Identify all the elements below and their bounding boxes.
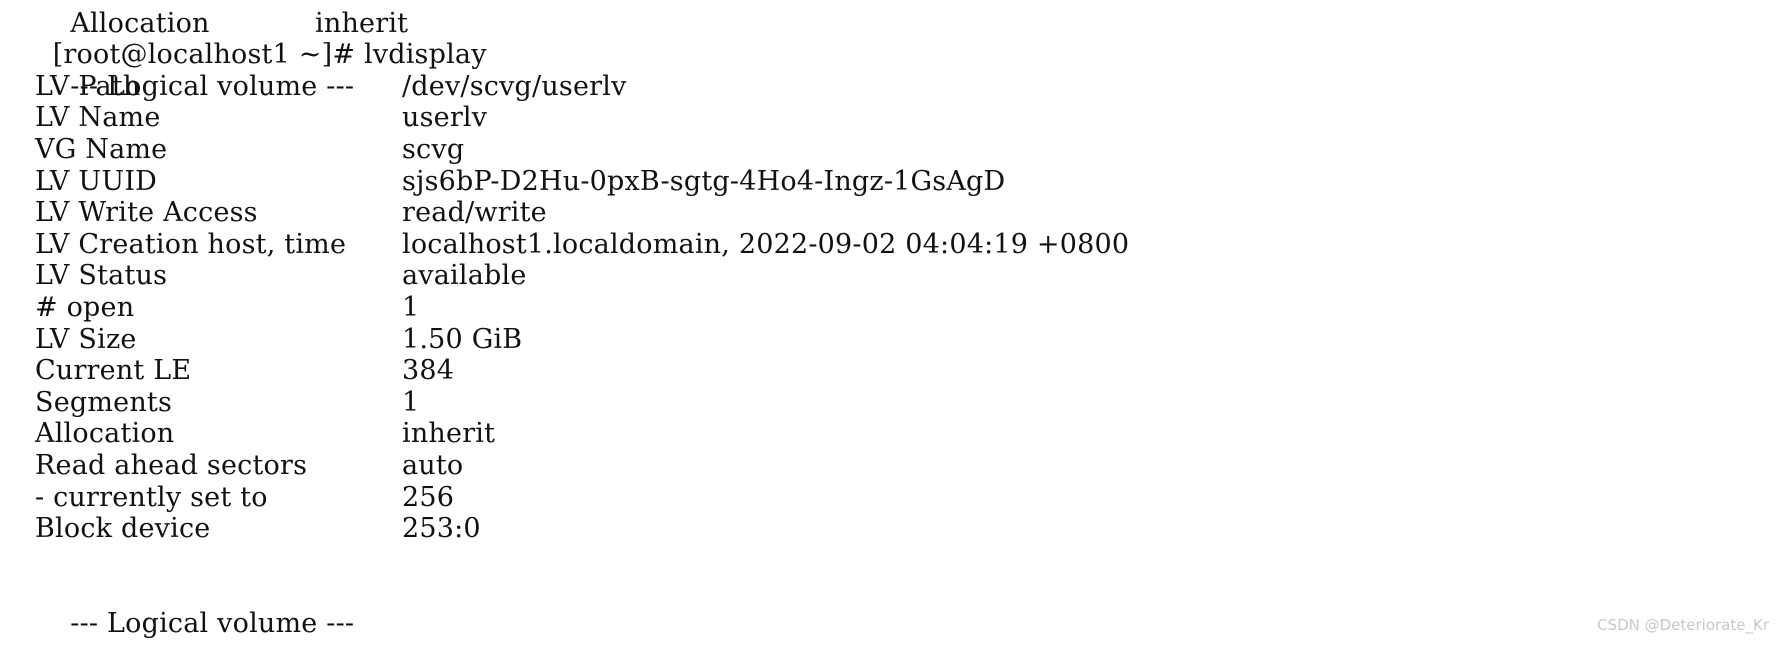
- lv-property-value: /dev/scvg/userlv: [402, 70, 627, 102]
- lv-property-key: Allocation: [35, 418, 175, 450]
- lv-property-key: VG Name: [35, 133, 168, 165]
- lv-property-key: Read ahead sectors: [35, 449, 308, 481]
- lv-property-value: localhost1.localdomain, 2022-09-02 04:04…: [402, 228, 1130, 260]
- lv-property-key: LV Path: [35, 70, 141, 102]
- terminal-window: Allocation inherit [root@localhost1 ~]# …: [0, 0, 1779, 662]
- lv-property-row: VG Name scvg: [0, 134, 1779, 166]
- lv-property-row: LV Path/dev/scvg/userlv: [0, 71, 1779, 103]
- lv-property-key: LV Name: [35, 102, 161, 134]
- lv-property-row: LV Size 1.50 GiB: [0, 324, 1779, 356]
- lv-property-row: Segments 1: [0, 387, 1779, 419]
- lv-property-key: Block device: [35, 513, 211, 545]
- clipped-bottom-text: --- Logical volume ---: [52, 607, 355, 639]
- lv-property-value: available: [402, 260, 527, 292]
- lv-property-row: Allocation inherit: [0, 418, 1779, 450]
- lv-property-key: LV Write Access: [35, 197, 258, 229]
- lv-property-value: sjs6bP-D2Hu-0pxB-sgtg-4Ho4-Ingz-1GsAgD: [402, 165, 1006, 197]
- lv-property-value: 256: [402, 481, 455, 513]
- lv-property-row: Read ahead sectors auto: [0, 450, 1779, 482]
- lv-property-value: 1: [402, 291, 420, 323]
- lv-property-key: - currently set to: [35, 481, 268, 513]
- shell-command: lvdisplay: [363, 39, 487, 71]
- lv-property-value: 253:0: [402, 513, 481, 545]
- lv-property-key: LV UUID: [35, 165, 158, 197]
- lv-property-key: LV Size: [35, 323, 137, 355]
- lv-property-row: - currently set to 256: [0, 482, 1779, 514]
- lv-property-row: LV Creation host, time localhost1.localdo…: [0, 229, 1779, 261]
- lv-property-value: 384: [402, 355, 455, 387]
- lv-property-row: LV Name userlv: [0, 102, 1779, 134]
- terminal-line-clipped-top: Allocation inherit: [0, 0, 1779, 39]
- lv-property-value: 1: [402, 386, 420, 418]
- lv-property-key: # open: [35, 291, 135, 323]
- lv-property-key: LV Creation host, time: [35, 228, 347, 260]
- csdn-watermark: CSDN @Deteriorate_Kr: [1597, 616, 1769, 634]
- lv-property-row: LV Write Access read/write: [0, 197, 1779, 229]
- lv-property-row: LV UUID sjs6bP-D2Hu-0pxB-sgtg-4Ho4-Ingz-1…: [0, 166, 1779, 198]
- lv-property-value: read/write: [402, 197, 547, 229]
- lv-property-value: auto: [402, 449, 464, 481]
- lv-property-row: Block device 253:0: [0, 513, 1779, 545]
- lv-property-key: LV Status: [35, 260, 168, 292]
- lv-property-row: LV Status available: [0, 260, 1779, 292]
- lv-property-value: scvg: [402, 133, 465, 165]
- lv-property-value: inherit: [402, 418, 496, 450]
- terminal-output[interactable]: Allocation inherit [root@localhost1 ~]# …: [0, 0, 1779, 639]
- lv-property-row: Current LE 384: [0, 355, 1779, 387]
- lv-property-value: 1.50 GiB: [402, 323, 523, 355]
- lv-property-value: userlv: [402, 102, 488, 134]
- terminal-line-clipped-bottom: --- Logical volume ---: [0, 576, 1779, 639]
- shell-prompt: [root@localhost1 ~]#: [52, 39, 364, 71]
- clipped-top-text: Allocation inherit: [52, 7, 409, 39]
- lv-property-key: Segments: [35, 386, 173, 418]
- lv-property-row: # open 1: [0, 292, 1779, 324]
- lv-property-key: Current LE: [35, 355, 192, 387]
